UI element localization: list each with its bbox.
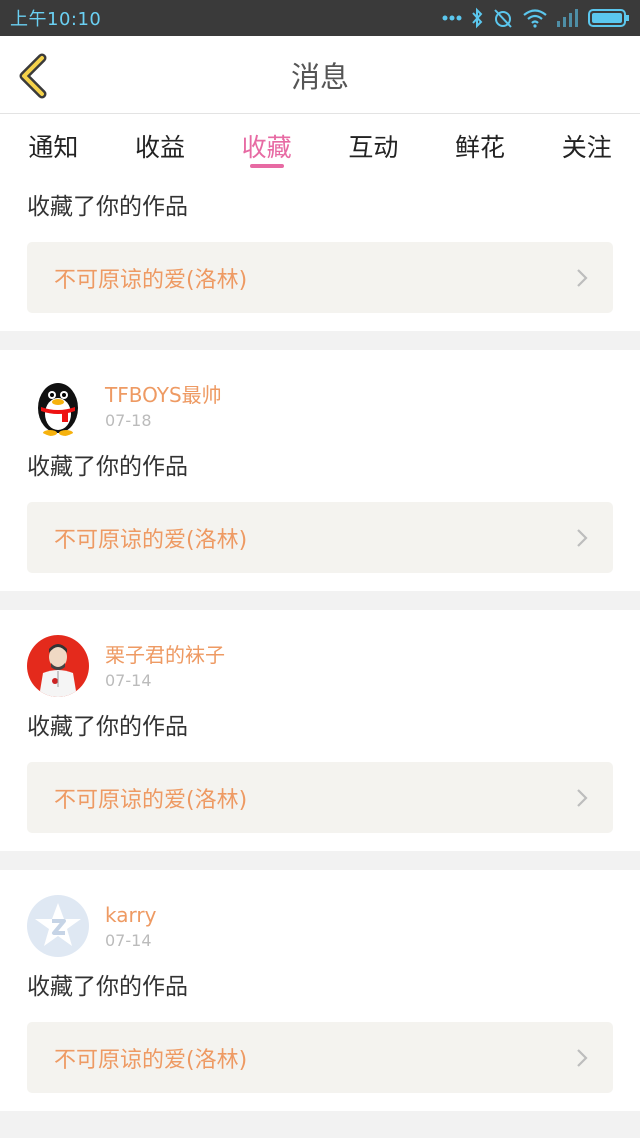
- user-row[interactable]: 栗子君的袜子 07-14: [27, 610, 613, 708]
- chevron-right-icon: [577, 1048, 588, 1067]
- action-text: 收藏了你的作品: [27, 974, 188, 1000]
- chevron-right-icon: [577, 788, 588, 807]
- tab-flowers[interactable]: 鲜花: [427, 114, 534, 178]
- action-text: 收藏了你的作品: [27, 454, 188, 480]
- work-link[interactable]: 不可原谅的爱(洛林): [27, 762, 613, 833]
- work-title: 不可原谅的爱(洛林): [54, 1047, 248, 1073]
- chevron-right-icon: [577, 268, 588, 287]
- back-chevron-icon: [19, 53, 47, 99]
- tab-follow[interactable]: 关注: [533, 114, 640, 178]
- list-item: 栗子君的袜子 07-14 收藏了你的作品 不可原谅的爱(洛林): [0, 610, 640, 851]
- work-link[interactable]: 不可原谅的爱(洛林): [27, 502, 613, 573]
- status-bar: 上午10:10: [0, 0, 640, 36]
- battery-icon: [588, 9, 630, 27]
- list-item: TFBOYS最帅 07-18 收藏了你的作品 不可原谅的爱(洛林): [0, 350, 640, 591]
- message-tabs: 通知 收益 收藏 互动 鲜花 关注: [0, 114, 640, 178]
- tab-notification[interactable]: 通知: [0, 114, 107, 178]
- portrait-avatar-icon: [27, 635, 89, 697]
- tab-earnings[interactable]: 收益: [107, 114, 214, 178]
- signal-icon: [556, 9, 580, 27]
- user-row[interactable]: TFBOYS最帅 07-18: [27, 350, 613, 448]
- page-title: 消息: [290, 59, 349, 94]
- status-time: 上午10:10: [10, 9, 102, 30]
- alarm-off-icon: [492, 7, 514, 29]
- bluetooth-icon: [470, 7, 484, 29]
- action-text: 收藏了你的作品: [27, 714, 188, 740]
- tab-interaction[interactable]: 互动: [320, 114, 427, 178]
- top-nav-bar: 消息: [0, 36, 640, 114]
- wifi-icon: [522, 8, 548, 28]
- list-item: karry 07-14 收藏了你的作品 不可原谅的爱(洛林): [0, 870, 640, 1111]
- default-star-avatar-icon: [27, 895, 89, 957]
- timestamp: 07-18: [105, 411, 152, 430]
- work-link[interactable]: 不可原谅的爱(洛林): [27, 1022, 613, 1093]
- list-item: 收藏了你的作品 不可原谅的爱(洛林): [0, 178, 640, 331]
- back-button[interactable]: [14, 52, 54, 100]
- action-text: 收藏了你的作品: [27, 194, 188, 220]
- avatar[interactable]: [27, 375, 89, 437]
- username[interactable]: TFBOYS最帅: [105, 382, 222, 408]
- active-tab-indicator: [249, 164, 284, 168]
- chevron-right-icon: [577, 528, 588, 547]
- avatar[interactable]: [27, 635, 89, 697]
- username[interactable]: 栗子君的袜子: [105, 642, 225, 668]
- work-title: 不可原谅的爱(洛林): [54, 527, 248, 553]
- timestamp: 07-14: [105, 671, 152, 690]
- timestamp: 07-14: [105, 931, 152, 950]
- tab-favorites[interactable]: 收藏: [213, 114, 320, 178]
- favorites-list: 收藏了你的作品 不可原谅的爱(洛林) TFBOYS最帅 07-18 收藏了你的作…: [0, 178, 640, 1130]
- status-icons: [442, 7, 630, 29]
- user-row[interactable]: karry 07-14: [27, 870, 613, 968]
- work-title: 不可原谅的爱(洛林): [54, 787, 248, 813]
- qq-penguin-icon: [27, 375, 89, 437]
- avatar[interactable]: [27, 895, 89, 957]
- work-title: 不可原谅的爱(洛林): [54, 267, 248, 293]
- more-dots-icon: [442, 14, 462, 22]
- username[interactable]: karry: [105, 902, 156, 928]
- work-link[interactable]: 不可原谅的爱(洛林): [27, 242, 613, 313]
